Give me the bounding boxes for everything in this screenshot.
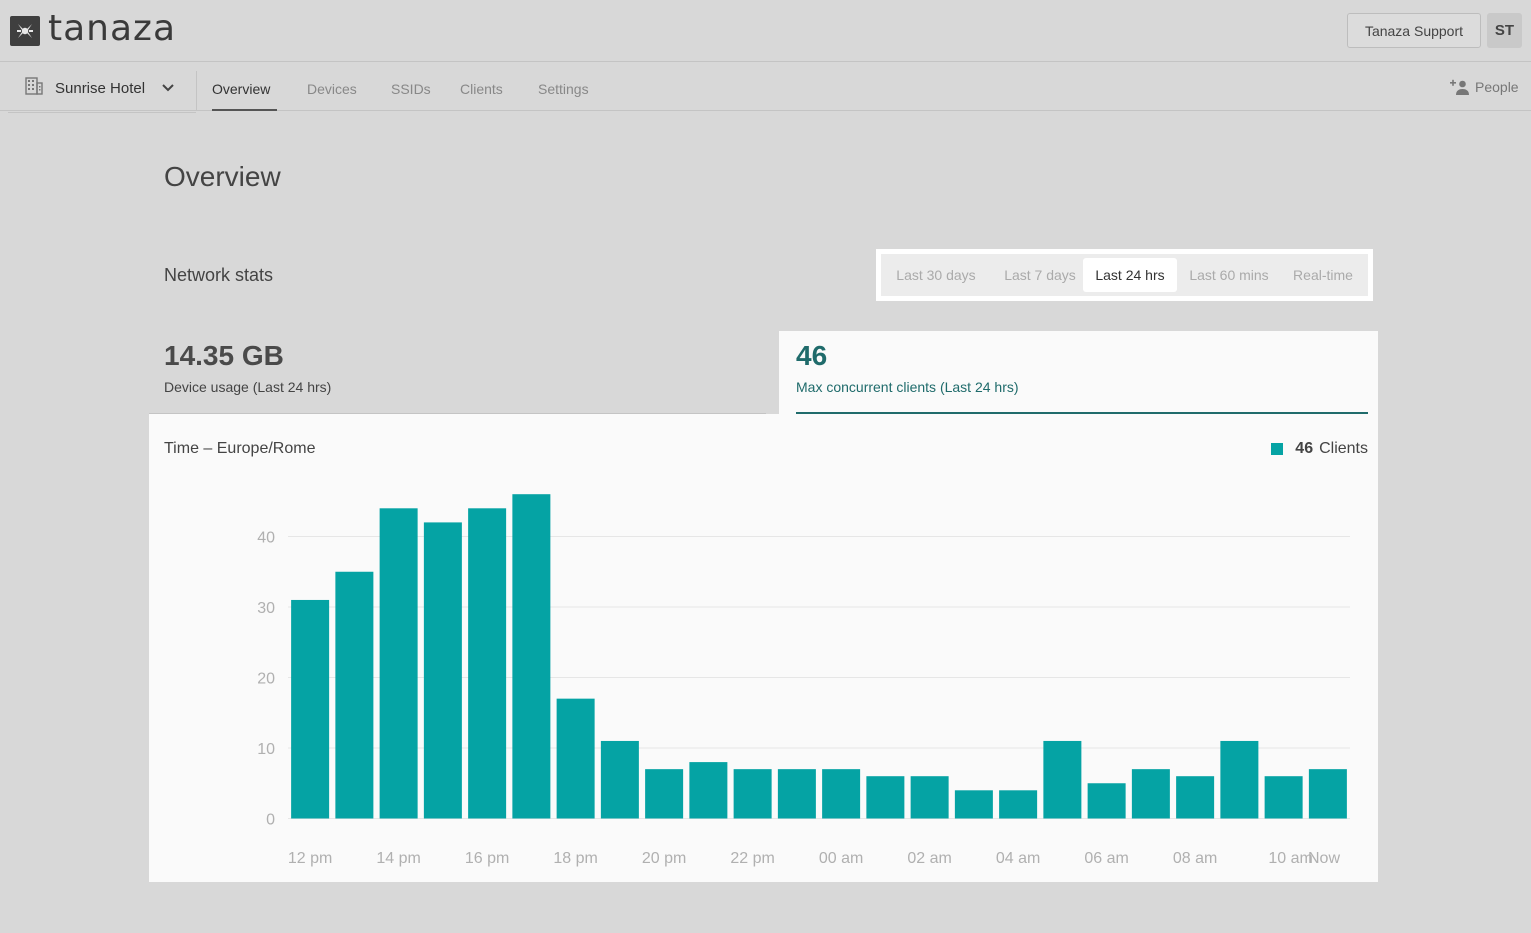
chart-bar bbox=[645, 769, 684, 819]
chart-bar bbox=[1043, 740, 1082, 819]
x-tick-label: 10 am bbox=[1268, 850, 1312, 867]
chart-bar bbox=[1131, 769, 1170, 819]
active-tab-indicator bbox=[212, 109, 277, 111]
x-tick-label: Now bbox=[1308, 850, 1340, 867]
range-real-time[interactable]: Real-time bbox=[1281, 258, 1365, 292]
tab-settings[interactable]: Settings bbox=[538, 80, 589, 98]
x-tick-label: 00 am bbox=[819, 850, 863, 867]
max-clients-tile[interactable]: 46 Max concurrent clients (Last 24 hrs) bbox=[779, 331, 1378, 415]
range-last-60-mins[interactable]: Last 60 mins bbox=[1181, 258, 1277, 292]
logo-icon[interactable] bbox=[10, 16, 40, 46]
x-tick-label: 20 pm bbox=[642, 850, 686, 867]
chart-bar bbox=[777, 769, 816, 819]
range-last-7-days[interactable]: Last 7 days bbox=[991, 258, 1089, 292]
device-usage-value: 14.35 GB bbox=[164, 340, 284, 371]
x-tick-label: 02 am bbox=[907, 850, 951, 867]
y-tick-label: 30 bbox=[257, 600, 275, 617]
range-last-30-days[interactable]: Last 30 days bbox=[887, 258, 985, 292]
x-tick-label: 22 pm bbox=[730, 850, 774, 867]
clients-bar-chart: 0 10 20 30 40 12 pm 14 pm 16 pm 18 pm 20 pm 22 pm 0… bbox=[257, 494, 1350, 867]
building-icon bbox=[25, 77, 43, 100]
chart-bar bbox=[822, 769, 861, 819]
chart-bar bbox=[512, 494, 551, 819]
chart-bar bbox=[379, 508, 418, 819]
tab-clients[interactable]: Clients bbox=[460, 80, 503, 98]
chart-bar bbox=[600, 740, 639, 819]
logo-wordmark[interactable]: tanaza bbox=[48, 9, 176, 49]
chart-bar bbox=[866, 776, 905, 819]
top-bar: tanaza Tanaza Support ST bbox=[0, 0, 1531, 62]
people-link[interactable]: People bbox=[1450, 79, 1519, 95]
chart-bar bbox=[423, 522, 462, 819]
chart-bar bbox=[1176, 776, 1215, 819]
y-tick-label: 10 bbox=[257, 741, 275, 758]
page-title: Overview bbox=[164, 161, 281, 192]
chart-bar bbox=[556, 698, 595, 819]
max-clients-label: Max concurrent clients (Last 24 hrs) bbox=[796, 379, 1019, 395]
add-person-icon bbox=[1450, 79, 1469, 95]
tab-devices[interactable]: Devices bbox=[307, 80, 357, 98]
time-range-group: Last 30 days Last 7 days Last 24 hrs Las… bbox=[881, 254, 1368, 296]
chart-bar bbox=[1220, 740, 1259, 819]
chart-bar bbox=[1308, 769, 1347, 819]
section-title: Network stats bbox=[164, 265, 274, 285]
x-tick-label: 16 pm bbox=[465, 850, 509, 867]
device-usage-tile[interactable]: 14.35 GB Device usage (Last 24 hrs) bbox=[149, 331, 766, 415]
chart-bar bbox=[335, 571, 374, 819]
x-tick-label: 06 am bbox=[1084, 850, 1128, 867]
x-tick-label: 14 pm bbox=[376, 850, 420, 867]
chart-bar bbox=[999, 790, 1038, 819]
chart-bar bbox=[291, 599, 330, 819]
chart-bar bbox=[910, 776, 949, 819]
site-name: Sunrise Hotel bbox=[55, 80, 146, 97]
x-tick-label: 18 pm bbox=[553, 850, 597, 867]
chevron-down-icon bbox=[161, 80, 175, 98]
chart-bar bbox=[689, 762, 728, 819]
chart-bar bbox=[733, 769, 772, 819]
user-avatar[interactable]: ST bbox=[1487, 13, 1522, 48]
site-selector[interactable]: Sunrise Hotel bbox=[8, 65, 196, 113]
range-last-24-hrs[interactable]: Last 24 hrs bbox=[1083, 258, 1177, 292]
support-button[interactable]: Tanaza Support bbox=[1347, 13, 1481, 48]
nav-divider bbox=[196, 71, 197, 111]
y-tick-label: 0 bbox=[266, 812, 275, 829]
max-clients-value: 46 bbox=[796, 340, 828, 371]
x-tick-label: 12 pm bbox=[288, 850, 332, 867]
chart-bar bbox=[1087, 783, 1126, 819]
chart-bar bbox=[1264, 776, 1303, 819]
nav-bar: Sunrise Hotel Overview Devices SSIDs Cli… bbox=[0, 63, 1531, 113]
y-tick-label: 40 bbox=[257, 530, 275, 547]
x-tick-label: 08 am bbox=[1173, 850, 1217, 867]
x-tick-label: 04 am bbox=[996, 850, 1040, 867]
time-range-selector: Last 30 days Last 7 days Last 24 hrs Las… bbox=[876, 249, 1373, 301]
device-usage-label: Device usage (Last 24 hrs) bbox=[164, 379, 332, 395]
tab-overview[interactable]: Overview bbox=[212, 80, 270, 98]
chart-bar bbox=[954, 790, 993, 819]
y-tick-label: 20 bbox=[257, 671, 275, 688]
tab-ssids[interactable]: SSIDs bbox=[391, 80, 431, 98]
chart-bar bbox=[468, 508, 507, 819]
people-label: People bbox=[1475, 79, 1519, 95]
clients-chart-card: Time – Europe/Rome 46 Clients 0 10 20 30 40 1… bbox=[149, 414, 1378, 882]
